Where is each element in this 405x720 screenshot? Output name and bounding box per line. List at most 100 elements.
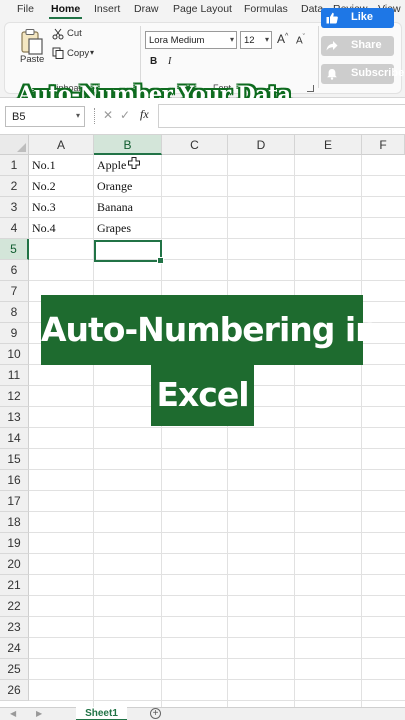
sheet-tab[interactable]: Sheet1 [76,707,127,720]
share-arrow-icon [326,41,338,51]
row-header[interactable]: 24 [0,638,29,659]
row-gridline [29,217,405,218]
row-header[interactable]: 26 [0,680,29,701]
cancel-icon[interactable]: ✕ [103,108,113,122]
row-header[interactable]: 10 [0,344,29,365]
tab-page-layout[interactable]: Page Layout [173,3,232,15]
cut-button[interactable]: Cut [67,28,82,39]
column-header-e[interactable]: E [295,135,362,155]
row-header[interactable]: 8 [0,302,29,323]
cell-select-cursor-icon [128,157,140,169]
insert-function-button[interactable]: fx [140,107,149,122]
font-launcher-icon[interactable] [307,85,314,92]
cell-b1[interactable]: Apple [94,155,126,176]
row-gridline [29,238,405,239]
row-header[interactable]: 1 [0,155,29,176]
row-gridline [29,175,405,176]
tab-home[interactable]: Home [51,3,80,15]
row-header[interactable]: 14 [0,428,29,449]
font-size-value: 12 [244,35,255,46]
column-header-c[interactable]: C [162,135,228,155]
row-gridline [29,448,405,449]
column-header-f[interactable]: F [362,135,405,155]
row-header[interactable]: 5 [0,239,29,260]
increase-font-size-icon[interactable]: A^ [277,32,288,46]
bell-icon [327,69,337,80]
like-label: Like [351,11,374,23]
subscribe-button[interactable]: Subscribe [321,64,404,84]
column-gridline [161,155,162,707]
row-header[interactable]: 2 [0,176,29,197]
row-header[interactable]: 15 [0,449,29,470]
row-header[interactable]: 20 [0,554,29,575]
cell-a3[interactable]: No.3 [29,197,56,218]
row-header[interactable]: 23 [0,617,29,638]
row-header[interactable]: 4 [0,218,29,239]
copy-button[interactable]: Copy [67,48,89,59]
title-overlay-line2: Excel [151,363,254,426]
name-box[interactable]: B5 ▾ [5,106,85,127]
title-overlay-line1: Auto-Numbering in [41,295,379,365]
thumbs-up-icon [326,12,338,24]
spreadsheet-grid[interactable]: A B C D E F 1 2 3 4 5 6 7 8 9 10 11 12 13 14 15 16 17 18 1… [0,135,405,707]
italic-button[interactable]: I [168,56,171,67]
font-size-select[interactable]: 12 ▾ [240,31,272,49]
font-name-select[interactable]: Lora Medium ▾ [145,31,237,49]
cell-a1[interactable]: No.1 [29,155,56,176]
row-header[interactable]: 12 [0,386,29,407]
subscribe-label: Subscribe [351,67,405,79]
row-header[interactable]: 17 [0,491,29,512]
tab-draw[interactable]: Draw [134,3,159,15]
enter-icon[interactable]: ✓ [120,108,130,122]
row-header[interactable]: 3 [0,197,29,218]
row-header[interactable]: 16 [0,470,29,491]
add-sheet-icon[interactable]: + [150,708,161,719]
scissors-icon[interactable] [52,28,64,40]
formula-bar-grip[interactable] [94,108,96,124]
formula-input[interactable] [158,104,405,128]
row-header[interactable]: 25 [0,659,29,680]
share-label: Share [351,39,382,51]
scroll-right-icon[interactable]: ▶ [36,709,42,718]
paste-button[interactable]: Paste [20,54,44,65]
row-header[interactable]: 22 [0,596,29,617]
row-header[interactable]: 13 [0,407,29,428]
cell-a4[interactable]: No.4 [29,218,56,239]
column-header-d[interactable]: D [228,135,295,155]
copy-icon[interactable] [52,47,64,59]
row-header[interactable]: 7 [0,281,29,302]
chevron-down-icon: ▾ [264,35,269,44]
paste-icon[interactable] [20,28,44,56]
row-gridline [29,280,405,281]
tab-insert[interactable]: Insert [94,3,120,15]
column-header-b[interactable]: B [94,135,162,155]
cell-b4[interactable]: Grapes [94,218,131,239]
tab-data[interactable]: Data [301,3,323,15]
cell-b3[interactable]: Banana [94,197,133,218]
bold-button[interactable]: B [150,56,157,67]
cell-a2[interactable]: No.2 [29,176,56,197]
row-gridline [29,511,405,512]
group-divider [318,26,319,88]
row-header[interactable]: 11 [0,365,29,386]
select-all-button[interactable] [0,135,29,155]
active-cell-b5[interactable] [94,240,164,264]
tab-formulas[interactable]: Formulas [244,3,288,15]
shrink-font-letter: A [296,35,303,47]
row-header[interactable]: 19 [0,533,29,554]
decrease-font-size-icon[interactable]: Aˇ [296,34,305,46]
row-gridline [29,532,405,533]
tab-file[interactable]: File [17,3,34,15]
chevron-down-icon[interactable]: ▾ [90,48,94,57]
row-header[interactable]: 6 [0,260,29,281]
like-button[interactable]: Like [321,8,394,28]
row-header[interactable]: 9 [0,323,29,344]
row-gridline [29,679,405,680]
row-header[interactable]: 21 [0,575,29,596]
scroll-left-icon[interactable]: ◀ [10,709,16,718]
cell-b2[interactable]: Orange [94,176,132,197]
share-button[interactable]: Share [321,36,394,56]
row-header[interactable]: 18 [0,512,29,533]
row-gridline [29,469,405,470]
column-header-a[interactable]: A [29,135,94,155]
